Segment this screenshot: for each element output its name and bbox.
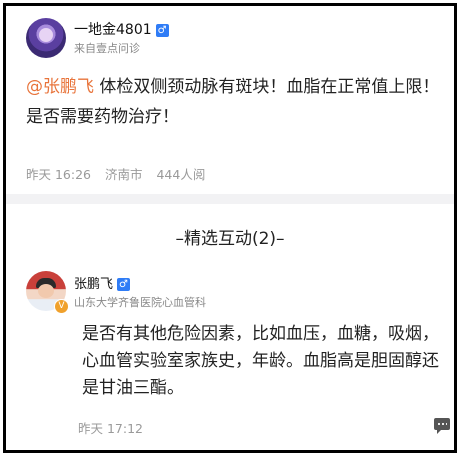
comment-icon[interactable] [434,418,450,434]
user-avatar[interactable] [26,18,66,58]
post-username-row: 一地金4801 ♂ [74,19,169,39]
doctor-affiliation: 山东大学齐鲁医院心血管科 [74,296,206,309]
male-icon: ♂ [155,24,169,37]
post-time: 昨天 16:26 [26,167,91,182]
verified-icon: V [54,299,69,314]
section-title: –精选互动(2)– [175,229,285,249]
doctor-reply: V 张鹏飞 ♂ 山东大学齐鲁医院心血管科 是否有其他危险因素，比如血压，血糖，吸烟… [6,261,454,451]
comment-icon-dots [437,423,447,425]
reply-username[interactable]: 张鹏飞 [74,277,113,292]
male-icon: ♂ [117,278,131,291]
avatar-face [38,284,54,298]
reply-body: 是否有其他危险因素，比如血压，血糖，吸烟，心血管实验室家族史，年龄。血脂高是胆固… [82,324,439,398]
post-content: @张鹏飞 体检双侧颈动脉有斑块！血脂在正常值上限！是否需要药物治疗！ [26,72,446,132]
post-username[interactable]: 一地金4801 [74,22,152,38]
post-views: 444人阅 [156,167,206,182]
mention-link[interactable]: @张鹏飞 [26,77,94,97]
question-post: 一地金4801 ♂ 来自壹点问诊 @张鹏飞 体检双侧颈动脉有斑块！血脂在正常值上限… [6,6,454,196]
reply-username-row: 张鹏飞 ♂ [74,273,131,292]
post-source: 来自壹点问诊 [74,42,140,55]
section-divider [6,194,454,204]
reply-time: 昨天 17:12 [78,421,143,436]
screenshot-frame: 一地金4801 ♂ 来自壹点问诊 @张鹏飞 体检双侧颈动脉有斑块！血脂在正常值上限… [3,3,457,453]
avatar-face [39,28,53,42]
post-meta: 昨天 16:26 济南市 444人阅 [26,164,215,183]
post-location: 济南市 [104,167,143,182]
